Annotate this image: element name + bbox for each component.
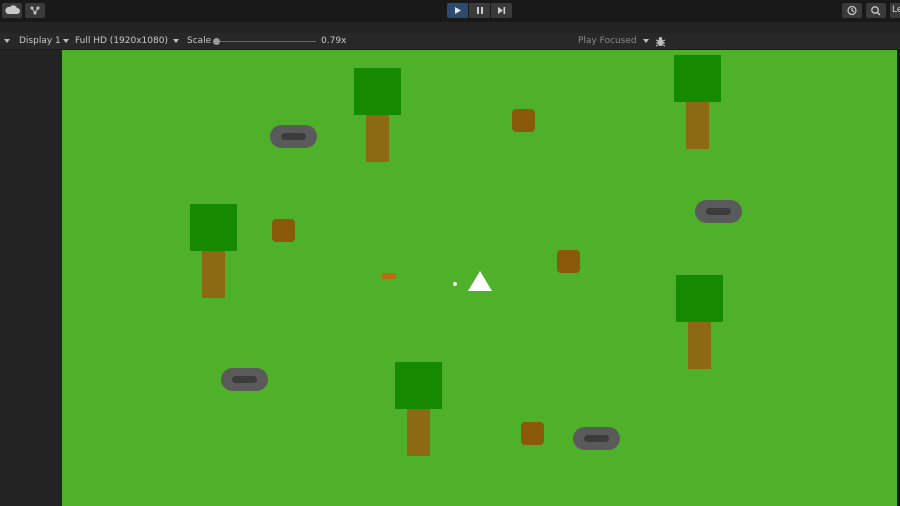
tree-foliage <box>190 204 237 251</box>
account-button[interactable]: Le <box>890 3 900 18</box>
rock-hole <box>706 208 731 215</box>
playmode-controls <box>447 3 513 18</box>
tree-foliage <box>395 362 442 409</box>
display-dropdown[interactable]: Display 1 <box>19 33 61 49</box>
tree-foliage <box>674 55 721 102</box>
rock <box>221 368 268 391</box>
rock-hole <box>281 133 306 140</box>
tree-foliage <box>676 275 723 322</box>
bug-icon[interactable] <box>655 36 666 47</box>
bush <box>512 109 535 132</box>
search-button[interactable] <box>866 3 886 18</box>
tab-strip <box>0 22 900 33</box>
resolution-caret-icon <box>173 39 179 43</box>
tree-trunk <box>686 101 709 149</box>
play-icon <box>455 7 461 14</box>
player-triangle <box>468 271 492 291</box>
bush <box>521 422 544 445</box>
scale-slider-handle[interactable] <box>213 38 220 45</box>
game-view-toolbar: Display 1 Full HD (1920x1080) Scale 0.79… <box>0 33 900 50</box>
scale-value: 0.79x <box>321 36 347 46</box>
search-icon <box>871 6 881 16</box>
pause-icon <box>477 7 483 14</box>
step-button[interactable] <box>491 3 512 18</box>
play-mode-dropdown[interactable]: Play Focused <box>578 33 637 49</box>
bush <box>557 250 580 273</box>
tree-trunk <box>202 250 225 298</box>
left-dock-panel <box>0 50 62 506</box>
play-mode-caret-icon <box>643 39 649 43</box>
rock <box>695 200 742 223</box>
pause-button[interactable] <box>469 3 490 18</box>
step-icon <box>498 7 506 14</box>
tree-trunk <box>688 321 711 369</box>
display-caret-icon <box>63 39 69 43</box>
game-viewport[interactable] <box>62 50 897 506</box>
cloud-icon[interactable] <box>2 3 22 18</box>
play-button[interactable] <box>447 3 468 18</box>
history-icon <box>847 5 857 16</box>
resolution-dropdown[interactable]: Full HD (1920x1080) <box>75 33 168 49</box>
bush <box>272 219 295 242</box>
rock-hole <box>232 376 257 383</box>
tree-foliage <box>354 68 401 115</box>
collab-icon[interactable] <box>25 3 45 18</box>
editor-toolbar: Le <box>0 0 900 22</box>
history-button[interactable] <box>842 3 862 18</box>
rock <box>573 427 620 450</box>
menu-caret-icon[interactable] <box>4 39 10 43</box>
stick-item <box>382 273 396 279</box>
tree-trunk <box>366 114 389 162</box>
rock <box>270 125 317 148</box>
aim-dot <box>453 282 457 286</box>
scale-slider-track[interactable] <box>216 41 316 42</box>
scale-label: Scale <box>187 36 212 46</box>
rock-hole <box>584 435 609 442</box>
tree-trunk <box>407 408 430 456</box>
